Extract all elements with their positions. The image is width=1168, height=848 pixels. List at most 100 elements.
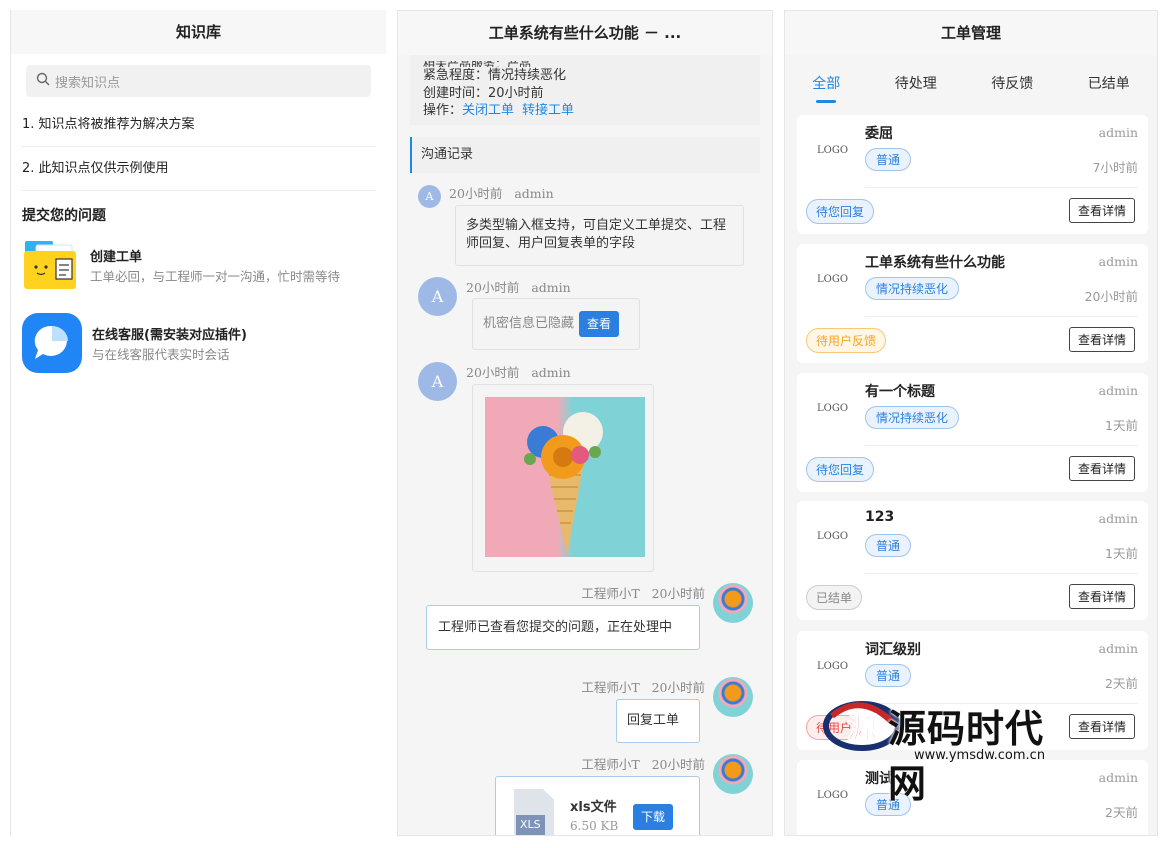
create-ticket-title: 创建工单 [90,249,143,265]
file-bubble: XLS xls文件 6.50 KB 下载 [495,776,700,835]
ticket-card-user: admin [1098,125,1138,140]
engineer-avatar [713,677,753,717]
ticket-card-title: 123 [865,509,895,525]
message-meta: 20小时前 admin [466,280,571,295]
image-bubble[interactable] [472,384,654,572]
ticket-title: 工单系统有些什么功能 － ... [398,11,772,55]
online-service-title: 在线客服(需安装对应插件) [92,327,247,343]
transfer-ticket-link[interactable]: 转接工单 [522,103,574,118]
urgency-tag: 情况持续恶化 [865,277,960,300]
divider [865,573,1138,574]
urgency-tag: 普通 [865,534,912,557]
ticket-card-user: admin [1098,641,1138,656]
logo: LOGO [817,403,849,414]
tab-all[interactable]: 全部 [808,73,844,103]
engineer-avatar [713,754,753,794]
status-badge: 待您回复 [806,457,875,482]
file-name: xls文件 [570,800,617,815]
avatar: A [418,362,457,401]
create-ticket-option[interactable]: 创建工单 工单必回，与工程师一对一沟通，忙时需等待 [22,237,386,293]
ticket-card-time: 2天前 [1105,805,1138,820]
ticket-info: 相关产品服务：产品 紧急程度：情况持续恶化 创建时间：20小时前 操作：关闭工单… [410,55,760,125]
logo: LOGO [817,274,849,285]
file-badge: XLS [516,815,545,835]
divider [865,316,1138,317]
tab-closed[interactable]: 已结单 [1084,73,1134,93]
logo: LOGO [817,661,849,672]
message-bubble: 机密信息已隐藏 查看 [472,298,640,350]
file-size: 6.50 KB [570,819,619,833]
ticket-card[interactable]: LOGO 有一个标题 admin 情况持续恶化 1天前 待您回复 查看详情 [797,373,1148,492]
ops-label: 操作： [423,103,463,118]
status-tabs: 全部 待处理 待反馈 已结单 [785,61,1157,105]
ticket-card-time: 1天前 [1105,546,1138,561]
knowledge-title: 知识库 [11,10,386,54]
tab-awaiting-feedback[interactable]: 待反馈 [987,73,1037,93]
logo: LOGO [817,531,849,542]
ticket-detail-panel: 工单系统有些什么功能 － ... 相关产品服务：产品 紧急程度：情况持续恶化 创… [397,10,773,836]
view-detail-button[interactable]: 查看详情 [1068,198,1135,223]
message-meta: 工程师小T 20小时前 [581,680,705,695]
tab-pending[interactable]: 待处理 [891,73,941,93]
urgency-tag: 情况持续恶化 [865,406,960,429]
message-bubble: 回复工单 [616,699,700,743]
status-badge: 待用户反馈 [806,328,887,353]
watermark: 源 源码时代网 www.ymsdw.com.cn [822,692,1072,806]
ticket-card-title: 委屈 [865,126,893,142]
create-ticket-desc: 工单必回，与工程师一对一沟通，忙时需等待 [90,268,341,284]
search-icon [36,72,55,90]
divider [865,445,1138,446]
knowledge-item[interactable]: 2. 此知识点仅供示例使用 [21,147,376,191]
ticket-card-user: admin [1098,511,1138,526]
hidden-info-text: 机密信息已隐藏 [483,316,575,331]
avatar: A [418,185,441,208]
ticket-created: 创建时间：20小时前 [423,85,544,101]
ticket-card-time: 1天前 [1105,418,1138,433]
view-detail-button[interactable]: 查看详情 [1068,714,1135,739]
svg-text:源: 源 [847,711,877,746]
message-meta: 工程师小T 20小时前 [581,586,705,601]
divider [865,187,1138,188]
ticket-card[interactable]: LOGO 工单系统有些什么功能 admin 情况持续恶化 20小时前 待用户反馈… [797,244,1148,363]
message-meta: 20小时前 admin [466,365,571,380]
xls-file-icon: XLS [514,789,554,835]
ticket-card-title: 有一个标题 [865,384,935,400]
search-placeholder: 搜索知识点 [55,75,121,91]
manage-title: 工单管理 [785,11,1157,55]
ticket-card[interactable]: LOGO 123 admin 普通 1天前 已结单 查看详情 [797,501,1148,620]
message-bubble: 多类型输入框支持，可自定义工单提交、工程师回复、用户回复表单的字段 [455,205,744,266]
avatar: A [418,277,457,316]
engineer-avatar [713,583,753,623]
knowledge-search-input[interactable]: 搜索知识点 [26,65,371,97]
flower-cone-image[interactable] [485,397,645,557]
ticket-card-time: 7小时前 [1092,160,1138,175]
ticket-card-title: 词汇级别 [865,642,921,658]
online-service-option[interactable]: 在线客服(需安装对应插件) 与在线客服代表实时会话 [22,313,386,373]
online-service-desc: 与在线客服代表实时会话 [92,346,230,362]
view-detail-button[interactable]: 查看详情 [1068,456,1135,481]
view-detail-button[interactable]: 查看详情 [1068,327,1135,352]
status-badge: 待您回复 [806,199,875,224]
communication-header: 沟通记录 [410,137,760,173]
ticket-ops: 操作：关闭工单 转接工单 [423,102,747,120]
ticket-card-user: admin [1098,770,1138,785]
section-title: 提交您的问题 [22,208,106,224]
folder-ticket-icon [22,237,78,293]
message-bubble: 工程师已查看您提交的问题，正在处理中 [426,605,700,650]
urgency-tag: 普通 [865,148,912,171]
view-detail-button[interactable]: 查看详情 [1068,584,1135,609]
view-button[interactable]: 查看 [579,311,620,337]
urgency-tag: 普通 [865,664,912,687]
ticket-card[interactable]: LOGO 委屈 admin 普通 7小时前 待您回复 查看详情 [797,115,1148,234]
status-badge: 已结单 [806,585,863,610]
close-ticket-link[interactable]: 关闭工单 [462,103,514,118]
logo: LOGO [817,790,849,801]
message-meta: 20小时前 admin [449,186,554,201]
knowledge-panel: 知识库 搜索知识点 1. 知识点将被推荐为解决方案 2. 此知识点仅供示例使用 … [10,10,386,836]
ticket-card-user: admin [1098,383,1138,398]
ticket-urgency: 紧急程度：情况持续恶化 [423,68,567,83]
message-meta: 工程师小T 20小时前 [581,757,705,772]
download-button[interactable]: 下载 [633,804,674,830]
knowledge-item[interactable]: 1. 知识点将被推荐为解决方案 [21,103,376,147]
watermark-url: www.ymsdw.com.cn [914,748,1046,763]
